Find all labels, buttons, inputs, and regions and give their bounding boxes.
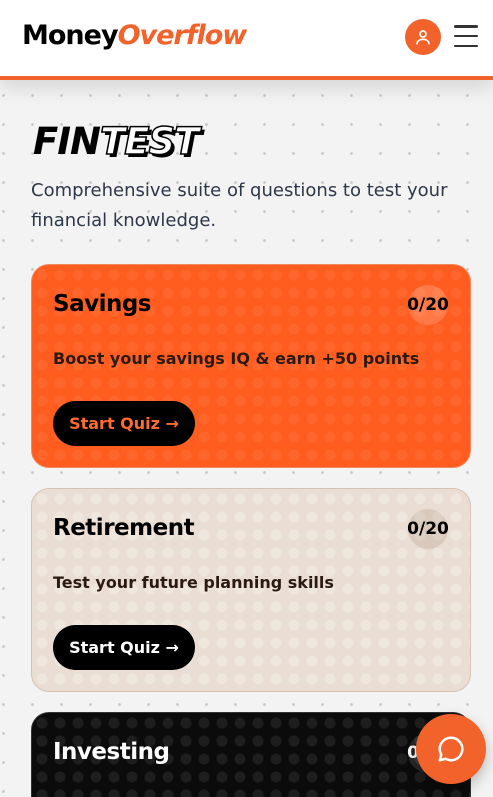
quiz-score-badge: 0/20 [407,509,449,549]
user-icon [416,30,430,45]
quiz-card-description: Boost your savings IQ & earn +50 points [53,349,420,368]
page-description: Comprehensive suite of questions to test… [31,180,448,231]
quiz-card-investing: Investing 0/20 [31,712,471,797]
menu-line [454,44,478,47]
start-quiz-button[interactable]: Start Quiz → [53,625,195,670]
quiz-card-title: Savings [53,291,152,317]
user-account-button[interactable] [405,19,441,55]
logo-accent: Overflow [117,20,248,51]
logo-main: Money [22,20,119,51]
page-title-solid: FIN [33,120,101,163]
chat-bubble-icon [438,736,464,762]
menu-line [454,34,478,38]
quiz-card-title: Retirement [53,515,195,541]
hamburger-menu-icon[interactable] [454,25,478,47]
quiz-card-savings: Savings 0/20 Boost your savings IQ & ear… [31,264,471,468]
quiz-card-retirement: Retirement 0/20 Test your future plannin… [31,488,471,692]
logo[interactable]: MoneyOverflow [22,20,248,51]
quiz-card-title: Investing [53,739,170,765]
page-title: FINTEST [33,119,200,164]
start-quiz-button[interactable]: Start Quiz → [53,401,195,446]
page-title-outline: TEST [99,119,200,164]
menu-line [454,25,478,28]
quiz-card-description: Test your future planning skills [53,573,334,592]
site-header: MoneyOverflow [0,0,493,80]
chat-button[interactable] [416,714,486,784]
quiz-score-badge: 0/20 [407,285,449,325]
